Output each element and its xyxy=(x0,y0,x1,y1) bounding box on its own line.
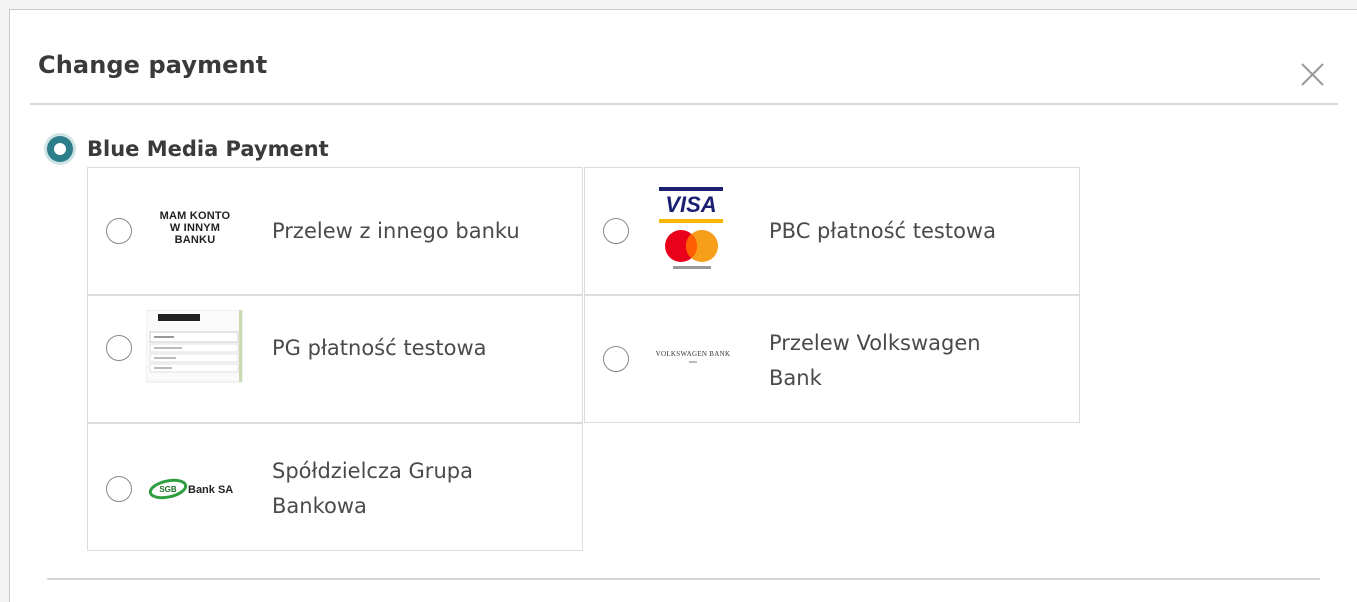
blue-media-payment-radio[interactable] xyxy=(44,133,76,165)
logo-subline xyxy=(689,361,697,363)
pg-screenshot-icon xyxy=(145,309,243,383)
close-button[interactable] xyxy=(1296,58,1328,90)
option-radio[interactable] xyxy=(106,335,132,361)
visa-text: VISA xyxy=(665,192,716,217)
option-radio[interactable] xyxy=(106,476,132,502)
close-icon xyxy=(1301,63,1324,86)
svg-text:SGB: SGB xyxy=(159,485,177,494)
change-payment-modal: Change payment Blue Media Payment MAM KO… xyxy=(30,30,1338,602)
sgb-logo-icon: SGB Bank SA xyxy=(148,478,233,500)
pg-screenshot-logo xyxy=(145,309,246,384)
payment-method-label[interactable]: Blue Media Payment xyxy=(87,137,329,161)
radio-dot xyxy=(54,143,66,155)
option-label: PG płatność testowa xyxy=(272,336,487,360)
footer-divider xyxy=(47,578,1320,580)
header-divider xyxy=(30,103,1338,105)
option-label: Spółdzielcza Grupa Bankowa xyxy=(272,459,473,518)
option-radio[interactable] xyxy=(106,218,132,244)
sgb-bank-text: Bank SA xyxy=(188,484,233,496)
mam-konto-w-innym-banku-logo: MAM KONTO W INNYM BANKU xyxy=(148,210,242,246)
payment-option-przelew-volkswagen-bank[interactable]: VOLKSWAGEN BANK Przelew Volkswagen Bank xyxy=(584,295,1080,423)
option-label: PBC płatność testowa xyxy=(769,219,996,243)
logo-text: MAM KONTO W INNYM BANKU xyxy=(159,210,231,246)
sgb-bank-logo: SGB Bank SA xyxy=(148,476,248,502)
payment-option-pbc-platnosc-testowa[interactable]: VISA PBC płatność testowa xyxy=(584,167,1080,295)
payment-option-spoldzielcza-grupa-bankowa[interactable]: SGB Bank SA Spółdzielcza Grupa Bankowa xyxy=(87,423,583,551)
option-label: Przelew z innego banku xyxy=(272,219,520,243)
option-radio[interactable] xyxy=(603,218,629,244)
option-label: Przelew Volkswagen Bank xyxy=(769,331,981,390)
volkswagen-bank-logo: VOLKSWAGEN BANK xyxy=(647,350,739,363)
visa-mastercard-logo: VISA xyxy=(643,184,743,278)
option-radio[interactable] xyxy=(603,346,629,372)
modal-title: Change payment xyxy=(38,51,268,79)
logo-text: VOLKSWAGEN BANK xyxy=(655,350,731,358)
visa-mastercard-icon: VISA xyxy=(643,184,743,278)
payment-option-pg-platnosc-testowa[interactable]: PG płatność testowa xyxy=(87,295,583,423)
payment-option-przelew-z-innego-banku[interactable]: MAM KONTO W INNYM BANKU Przelew z innego b… xyxy=(87,167,583,295)
